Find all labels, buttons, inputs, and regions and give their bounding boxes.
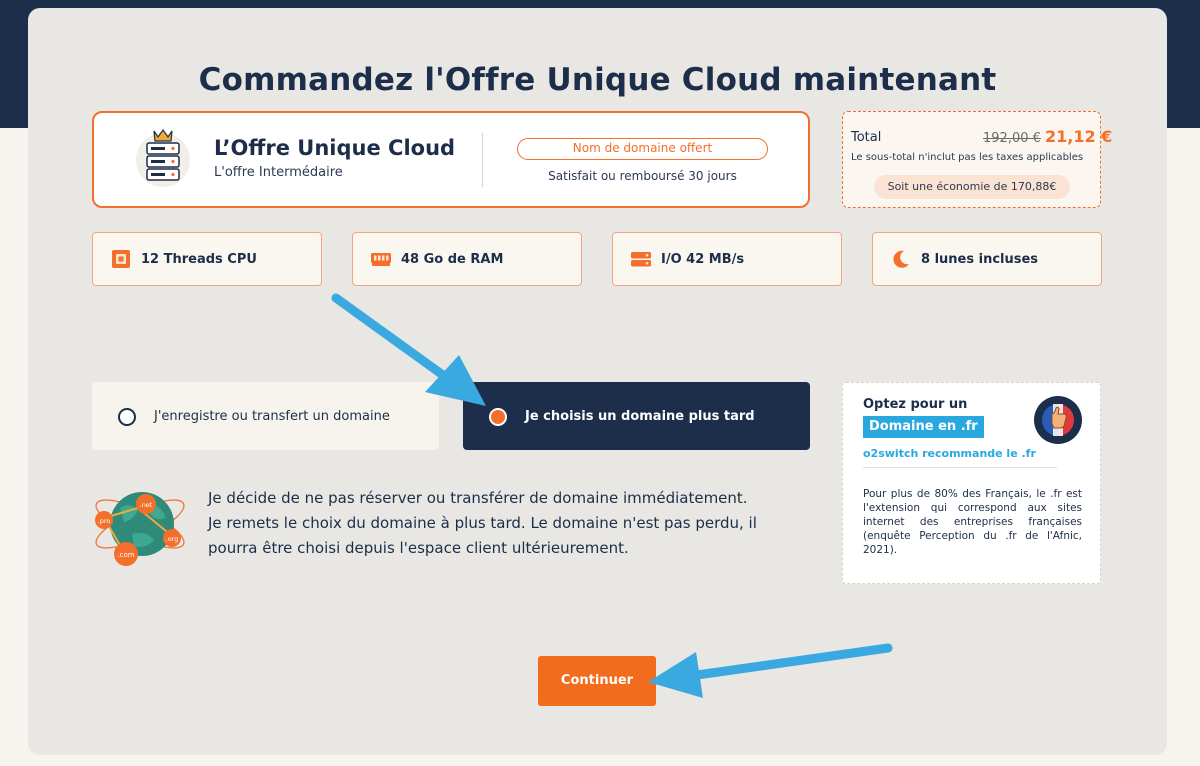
free-domain-badge: Nom de domaine offert <box>517 138 768 160</box>
spec-label: 48 Go de RAM <box>401 252 504 267</box>
promo-recommendation: o2switch recommande le .fr <box>863 447 1036 460</box>
page-title: Commandez l'Offre Unique Cloud maintenan… <box>198 62 997 98</box>
spec-moons: 8 lunes incluses <box>872 232 1102 286</box>
spec-label: 12 Threads CPU <box>141 252 257 267</box>
divider <box>482 133 483 187</box>
offer-name: L’Offre Unique Cloud <box>214 136 456 160</box>
offer-tier: L'offre Intermédaire <box>214 165 343 180</box>
promo-highlight: Domaine en .fr <box>863 416 984 438</box>
explanation-line: Je décide de ne pas réserver ou transfér… <box>208 489 748 507</box>
promo-title: Optez pour un <box>863 397 968 412</box>
new-price: 21,12 € <box>1045 127 1113 146</box>
fr-promo-box: Optez pour un Domaine en .fr o2switch re… <box>842 382 1101 584</box>
globe-tag: .com <box>117 551 134 559</box>
explanation-line: Je remets le choix du domaine à plus tar… <box>208 514 757 532</box>
globe-domains-icon: .pro .net .com .org <box>95 492 185 566</box>
explanation-line: pourra être choisi depuis l'espace clien… <box>208 539 629 557</box>
spec-label: 8 lunes incluses <box>921 252 1039 267</box>
globe-tag: .org <box>166 535 179 543</box>
divider <box>863 467 1057 468</box>
option-label: Je choisis un domaine plus tard <box>525 409 755 424</box>
old-price: 192,00 € <box>983 131 1041 146</box>
tax-note: Le sous-total n'inclut pas les taxes app… <box>851 152 1084 163</box>
continue-button[interactable]: Continuer <box>538 656 656 706</box>
option-choose-later[interactable]: Je choisis un domaine plus tard <box>463 382 810 450</box>
radio-selected[interactable] <box>489 408 507 426</box>
thumbs-up-avatar-icon <box>1034 396 1082 444</box>
option-label: J'enregistre ou transfert un domaine <box>154 409 390 424</box>
globe-tag: .pro <box>98 517 111 525</box>
savings-badge: Soit une économie de 170,88€ <box>874 175 1070 199</box>
guarantee-text: Satisfait ou remboursé 30 jours <box>548 169 737 183</box>
ram-icon <box>371 253 391 266</box>
spec-label: I/O 42 MB/s <box>661 252 745 267</box>
spec-ram: 48 Go de RAM <box>352 232 582 286</box>
server-crown-icon <box>136 128 190 187</box>
disk-icon <box>631 252 651 267</box>
spec-io: I/O 42 MB/s <box>612 232 842 286</box>
total-label: Total <box>851 130 882 145</box>
promo-body: Pour plus de 80% des Français, le .fr es… <box>863 488 1082 556</box>
order-card: Commandez l'Offre Unique Cloud maintenan… <box>28 8 1167 755</box>
total-summary: Total 192,00 € 21,12 € Le sous-total n'i… <box>842 111 1112 208</box>
radio-unselected[interactable] <box>118 408 136 426</box>
globe-tag: .net <box>140 501 153 509</box>
option-register-domain[interactable]: J'enregistre ou transfert un domaine <box>92 382 439 450</box>
spec-cpu: 12 Threads CPU <box>92 232 322 286</box>
offer-summary: L’Offre Unique Cloud L'offre Intermédair… <box>92 111 810 208</box>
moon-icon <box>893 250 909 268</box>
cpu-icon <box>112 250 130 268</box>
explanation-text: Je décide de ne pas réserver ou transfér… <box>208 486 804 561</box>
